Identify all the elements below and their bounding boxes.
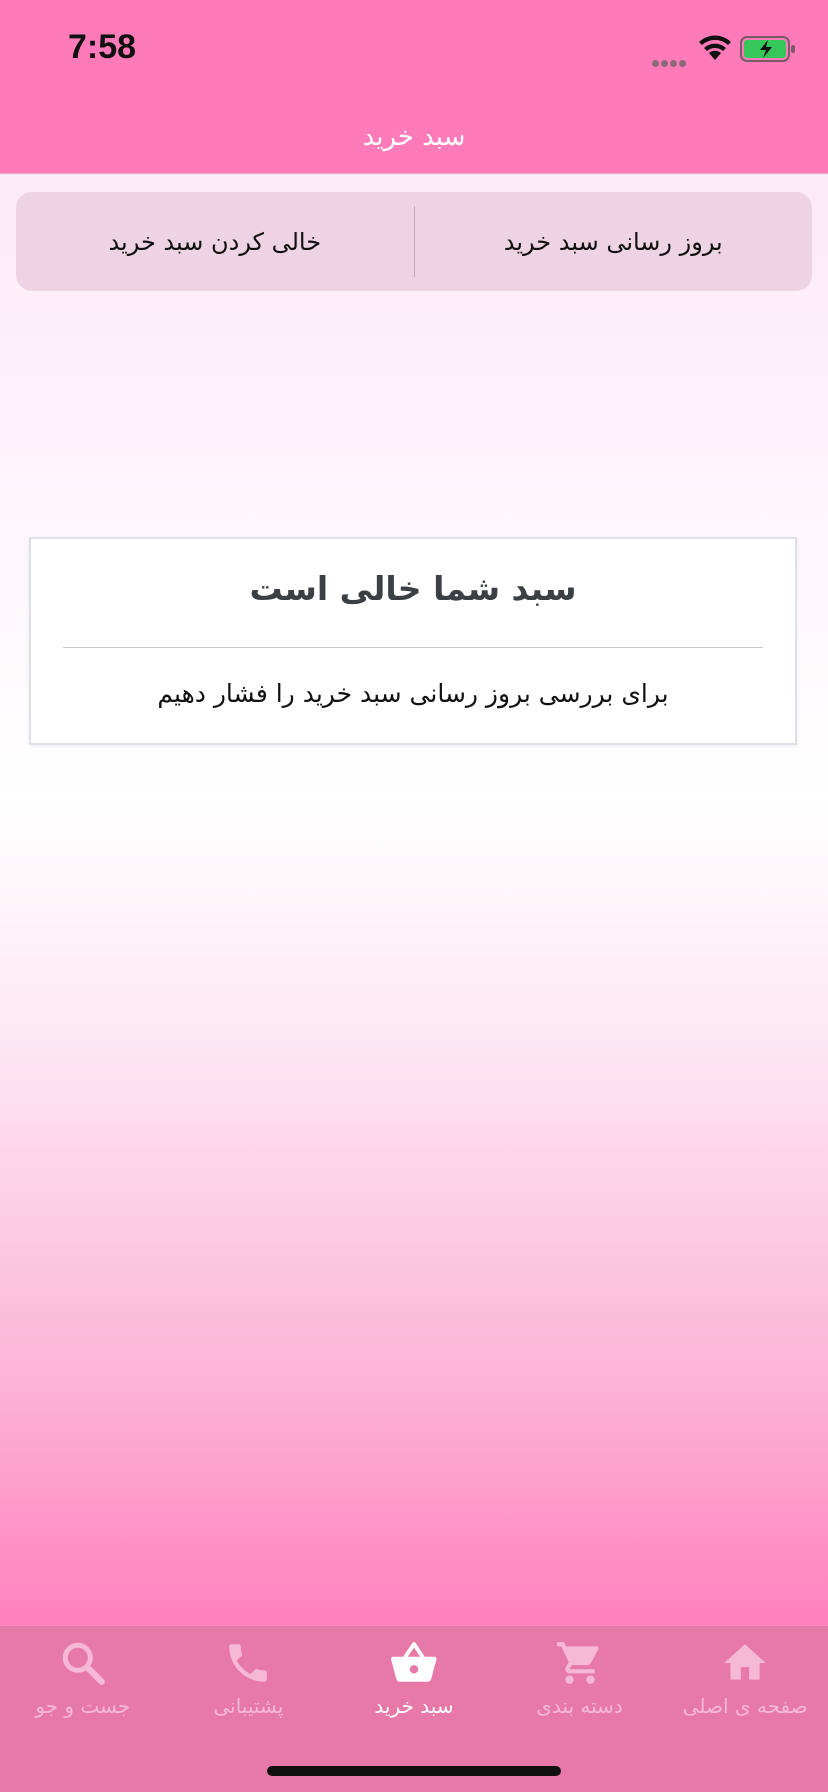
empty-cart-card: سبد شما خالی است برای بررسی بروز رسانی س… [29,537,797,745]
status-bar: 7:58 [0,0,828,100]
cart-actions: بروز رسانی سبد خرید خالی کردن سبد خرید [16,192,812,291]
refresh-cart-button[interactable]: بروز رسانی سبد خرید [415,192,813,291]
tab-search[interactable]: جست و جو [0,1626,166,1792]
home-indicator [267,1766,561,1776]
home-icon [724,1644,767,1680]
navigation-bar: سبد خرید [0,100,828,174]
tab-label: پشتیبانی [213,1694,284,1718]
empty-cart-message: برای بررسی بروز رسانی سبد خرید را فشار د… [157,679,669,708]
search-icon [62,1642,105,1685]
tab-label: سبد خرید [374,1694,454,1718]
battery-charging-icon [740,36,795,62]
cellular-signal-icon [652,52,688,71]
divider [63,647,763,648]
divider [413,206,415,277]
wifi-icon [699,35,731,60]
empty-cart-title: سبد شما خالی است [249,569,577,608]
phone-icon [229,1644,268,1682]
clear-cart-button[interactable]: خالی کردن سبد خرید [16,192,414,291]
basket-icon [391,1642,437,1682]
page-title: سبد خرید [362,121,466,152]
tab-label: جست و جو [35,1694,131,1718]
tab-label: صفحه ی اصلی [682,1694,808,1718]
tab-label: دسته بندی [536,1694,623,1718]
tab-home[interactable]: صفحه ی اصلی [662,1626,828,1792]
cart-icon [556,1642,599,1684]
status-time: 7:58 [68,28,137,66]
